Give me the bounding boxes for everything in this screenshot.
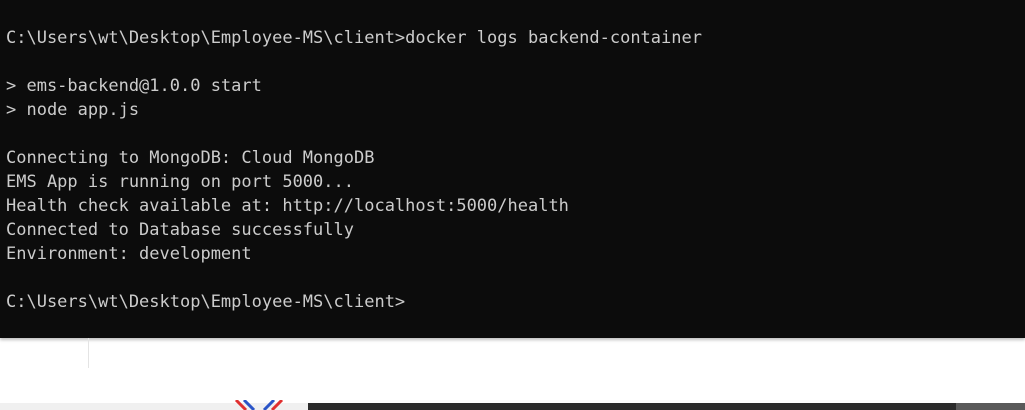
- bottom-dark-panel: [308, 403, 956, 410]
- terminal-line-npm-start: > ems-backend@1.0.0 start: [6, 76, 262, 96]
- bottom-gray-panel: [956, 403, 1025, 410]
- terminal-line-db-connected: Connected to Database successfully: [6, 220, 354, 240]
- terminal-output: C:\Users\wt\Desktop\Employee-MS\client>d…: [6, 26, 702, 314]
- partial-logo-icon: [234, 400, 284, 410]
- terminal-line-blank: [6, 50, 702, 74]
- terminal-line-command: C:\Users\wt\Desktop\Employee-MS\client>d…: [6, 28, 702, 48]
- background-divider: [88, 338, 89, 368]
- terminal-prompt[interactable]: C:\Users\wt\Desktop\Employee-MS\client>: [6, 290, 702, 314]
- screen: C:\Users\wt\Desktop\Employee-MS\client>d…: [0, 0, 1025, 410]
- terminal-line-blank: [6, 266, 702, 290]
- terminal-line-running: EMS App is running on port 5000...: [6, 172, 354, 192]
- terminal-line-environment: Environment: development: [6, 244, 252, 264]
- terminal-line-health: Health check available at: http://localh…: [6, 196, 569, 216]
- terminal-line-node-app: > node app.js: [6, 100, 140, 120]
- terminal-window[interactable]: C:\Users\wt\Desktop\Employee-MS\client>d…: [0, 0, 1025, 338]
- terminal-line-mongodb: Connecting to MongoDB: Cloud MongoDB: [6, 148, 375, 168]
- terminal-line-blank: [6, 122, 702, 146]
